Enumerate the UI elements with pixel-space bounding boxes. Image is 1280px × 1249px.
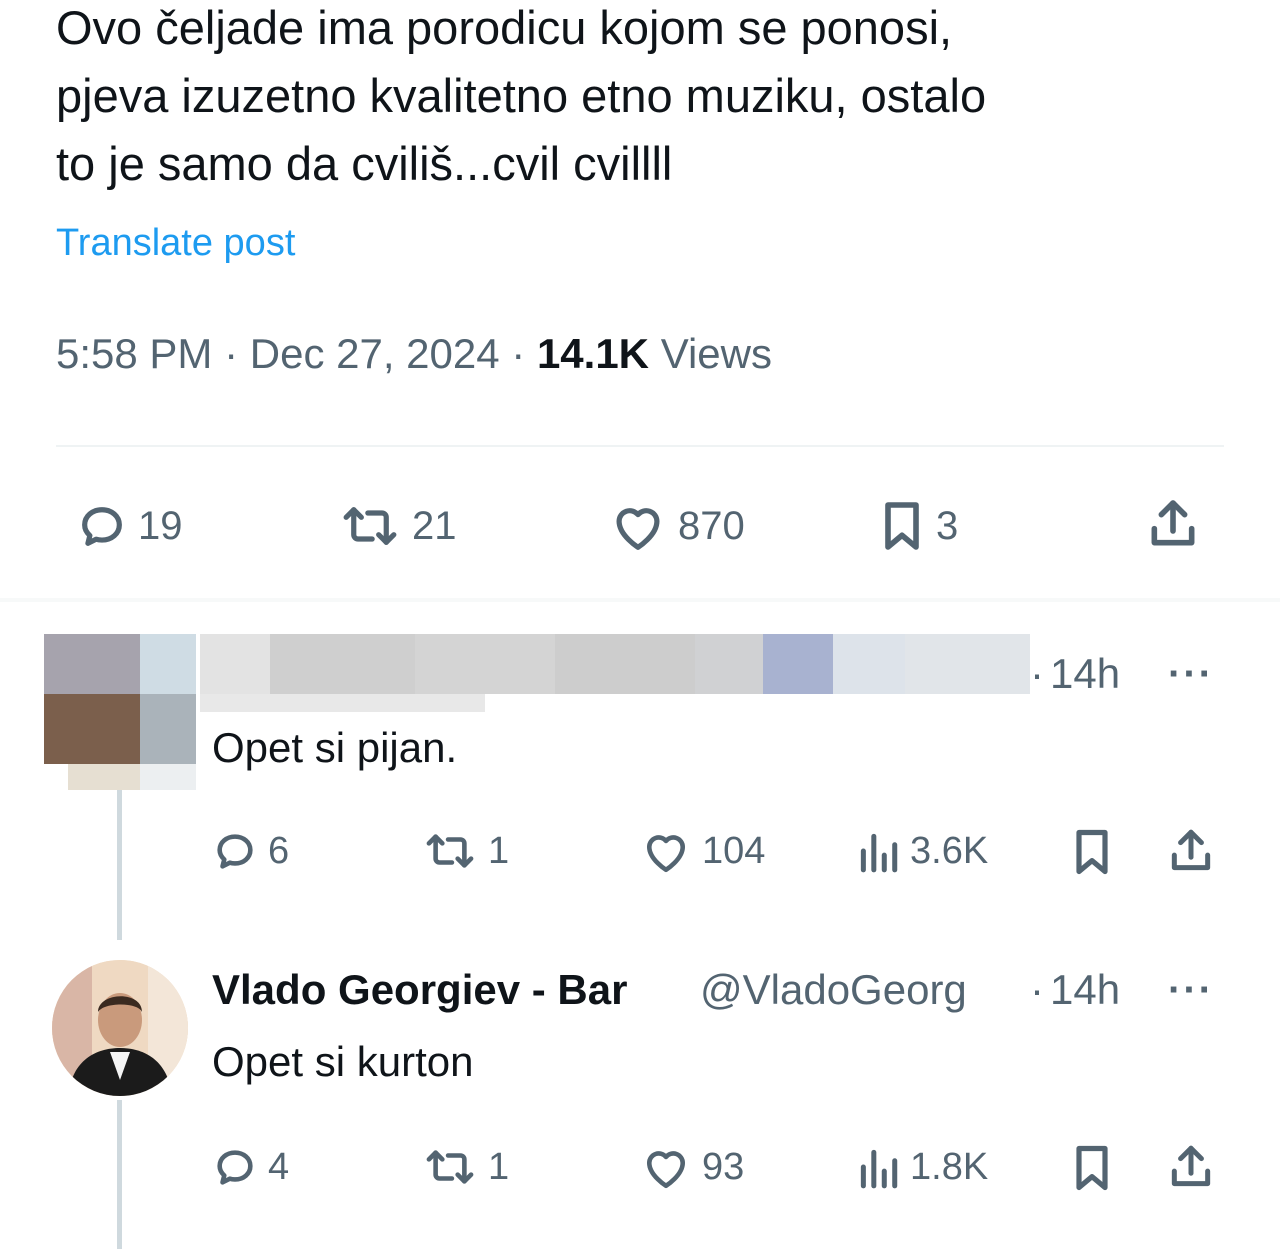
heart-icon [646,1151,686,1189]
author-handle[interactable]: @VladoGeorg [700,966,1012,1014]
share-button[interactable] [1144,496,1202,552]
speech-bubble-icon [82,507,122,546]
reply-button[interactable]: 4 [212,1144,289,1190]
post-action-bar: 19 21 870 3 [56,490,1224,562]
post-meta: 5:58 PM · Dec 27, 2024 · 14.1K Views [56,330,772,378]
reply-count: 6 [268,829,290,872]
avatar-pixelated[interactable] [44,634,196,790]
repost-arrows-icon [343,507,397,545]
post-text-line: pjeva izuzetno kvalitetno etno muziku, o… [56,69,987,122]
speech-bubble-icon [217,1150,253,1185]
author-name[interactable]: Vlado Georgiev - Bar [212,966,688,1014]
meta-separator: · [1030,650,1044,697]
bookmark-button[interactable] [1070,1142,1114,1194]
reply-button[interactable]: 6 [212,828,289,874]
bookmark-count: 3 [936,503,959,548]
heart-icon [646,835,686,873]
avatar[interactable] [52,960,188,1096]
reply-text: Opet si pijan. [212,724,458,771]
reply-meta: · 14h [1030,966,1120,1014]
views-label: Views [660,330,772,377]
reply-text: Opet si kurton [212,1038,474,1085]
views-count: 3.6K [910,829,989,872]
repost-button[interactable]: 1 [422,828,509,874]
post-text-line: to je samo da cviliš...cvil cvillll [56,137,673,190]
meta-separator: · [212,330,250,377]
post-date[interactable]: Dec 27, 2024 [250,330,500,377]
like-button[interactable]: 870 [608,500,745,552]
like-count: 104 [702,829,766,872]
repost-count: 1 [488,829,510,872]
reply-action-bar: 6 1 104 3.6K [212,826,1222,886]
bookmark-button[interactable]: 3 [878,498,958,554]
like-button[interactable]: 93 [640,1144,744,1190]
bookmark-button[interactable] [1070,826,1114,878]
reply-time[interactable]: 14h [1050,650,1120,698]
share-upload-icon [1151,500,1195,546]
share-button[interactable] [1166,1142,1216,1192]
views-button[interactable]: 3.6K [856,828,988,874]
like-button[interactable]: 104 [640,828,765,874]
post-text: Ovo čeljade ima porodicu kojom se ponosi… [56,0,1236,198]
author-name-pixelated[interactable] [200,634,1030,714]
views-count: 14.1K [536,330,650,377]
meta-separator: · [499,330,537,377]
repost-arrows-icon [426,1150,474,1184]
reply-time[interactable]: 14h [1050,966,1120,1014]
more-options-button[interactable]: ··· [1168,652,1214,697]
reply-button[interactable]: 19 [76,500,183,552]
speech-bubble-icon [217,834,253,869]
translate-post-link[interactable]: Translate post [56,222,295,265]
share-button[interactable] [1166,826,1216,876]
share-upload-icon [1171,829,1211,871]
bookmark-icon [885,502,919,550]
more-options-button[interactable]: ··· [1168,968,1214,1013]
bookmark-icon [1076,829,1108,875]
meta-separator: · [1030,966,1044,1013]
divider [56,445,1224,447]
repost-button[interactable]: 21 [338,500,457,552]
bar-chart-icon [860,1149,898,1189]
reply-count: 19 [138,503,183,548]
heart-icon [616,508,660,550]
section-separator [0,598,1280,602]
reply-count: 4 [268,1145,290,1188]
repost-count: 21 [412,503,457,548]
repost-arrows-icon [426,834,474,868]
repost-count: 1 [488,1145,510,1188]
bookmark-icon [1076,1145,1108,1191]
bar-chart-icon [860,833,898,873]
thread-line [117,790,122,940]
profile-photo [52,960,188,1096]
reply-meta: · 14h [1030,650,1120,698]
like-count: 870 [678,503,745,548]
post-text-line: Ovo čeljade ima porodicu kojom se ponosi… [56,1,953,54]
views-button[interactable]: 1.8K [856,1144,988,1190]
like-count: 93 [702,1145,745,1188]
thread-line [117,1100,122,1249]
share-upload-icon [1171,1145,1211,1187]
repost-button[interactable]: 1 [422,1144,509,1190]
views-count: 1.8K [910,1145,989,1188]
post-time[interactable]: 5:58 PM [56,330,212,377]
reply-action-bar: 4 1 93 1.8K [212,1142,1222,1202]
